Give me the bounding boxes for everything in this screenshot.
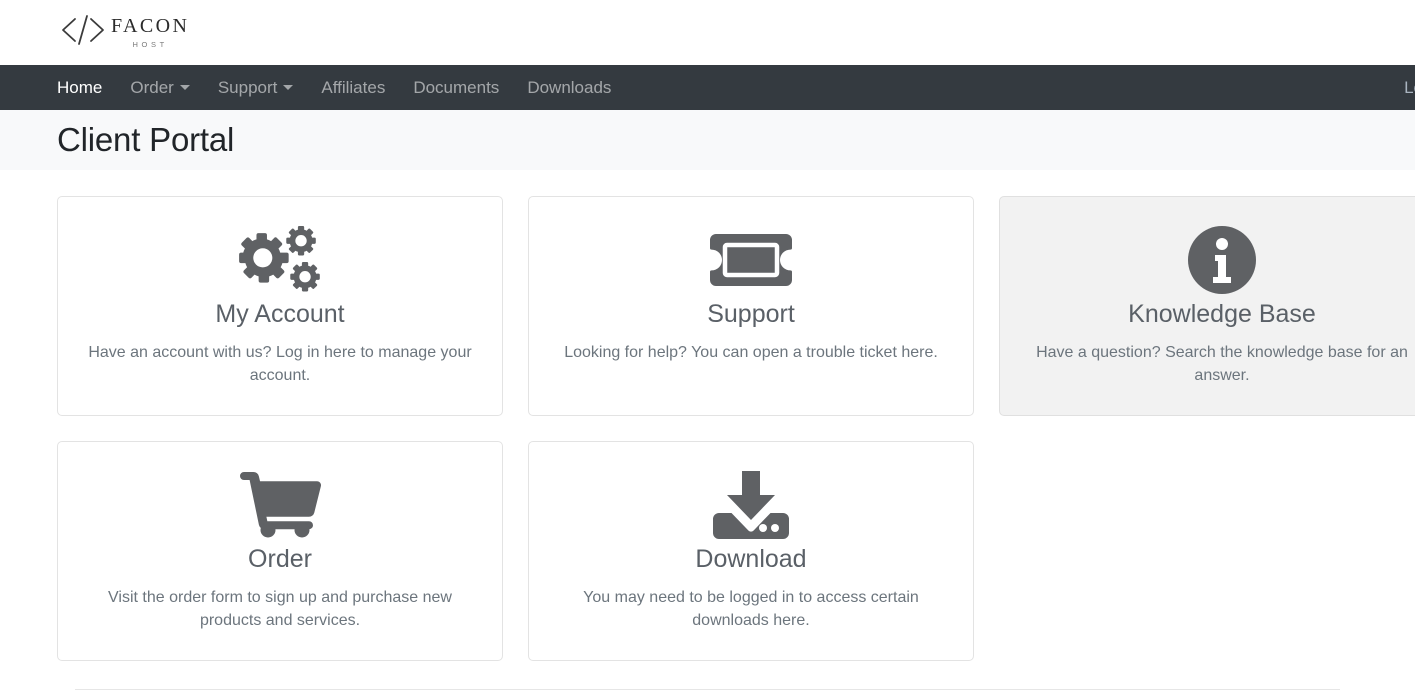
- card-description: Visit the order form to sign up and purc…: [108, 589, 452, 630]
- shopping-cart-icon: [238, 468, 322, 542]
- brand-tagline: HOST: [132, 40, 168, 50]
- nav-item-documents[interactable]: Documents: [413, 78, 515, 98]
- card-title: My Account: [215, 300, 345, 328]
- nav-link-login[interactable]: Lo: [1404, 78, 1415, 98]
- footer-divider: [75, 689, 1340, 690]
- brand-name: FACON: [111, 15, 190, 38]
- nav-item-downloads[interactable]: Downloads: [527, 78, 627, 98]
- nav-link-downloads[interactable]: Downloads: [527, 78, 611, 98]
- card-description: Have an account with us? Log in here to …: [88, 344, 472, 385]
- card-title: Order: [248, 545, 312, 573]
- card-download[interactable]: Download You may need to be logged in to…: [528, 441, 974, 661]
- logo-header: FACON HOST: [0, 0, 1415, 65]
- card-support[interactable]: Support Looking for help? You can open a…: [528, 196, 974, 416]
- nav-item-affiliates[interactable]: Affiliates: [321, 78, 401, 98]
- code-brackets-icon: [57, 13, 109, 52]
- brand-logo[interactable]: FACON HOST: [57, 13, 189, 52]
- info-circle-icon: [1187, 223, 1257, 297]
- nav-right-section: Lo: [1404, 65, 1415, 110]
- card-my-account[interactable]: My Account Have an account with us? Log …: [57, 196, 503, 416]
- card-description: You may need to be logged in to access c…: [583, 589, 919, 630]
- nav-link-affiliates[interactable]: Affiliates: [321, 78, 385, 98]
- card-title: Download: [695, 545, 807, 573]
- card-knowledge-base[interactable]: Knowledge Base Have a question? Search t…: [999, 196, 1415, 416]
- nav-item-support[interactable]: Support: [218, 78, 310, 98]
- nav-item-home[interactable]: Home: [57, 78, 118, 98]
- nav-item-order[interactable]: Order: [130, 78, 205, 98]
- page-title-band: Client Portal: [0, 110, 1415, 170]
- card-description: Have a question? Search the knowledge ba…: [1036, 344, 1408, 385]
- chevron-down-icon: [283, 85, 294, 90]
- nav-link-order[interactable]: Order: [130, 78, 173, 98]
- card-grid: My Account Have an account with us? Log …: [0, 170, 1415, 661]
- nav-list: Home Order Support Affiliates Documents …: [57, 78, 639, 98]
- nav-link-documents[interactable]: Documents: [413, 78, 499, 98]
- card-title: Support: [707, 300, 795, 328]
- gears-icon: [234, 223, 326, 297]
- download-icon: [711, 468, 791, 542]
- chevron-down-icon: [179, 85, 190, 90]
- card-order[interactable]: Order Visit the order form to sign up an…: [57, 441, 503, 661]
- card-description: Looking for help? You can open a trouble…: [564, 344, 938, 361]
- nav-link-support[interactable]: Support: [218, 78, 278, 98]
- brand-wordmark: FACON HOST: [111, 16, 189, 49]
- card-row-1: My Account Have an account with us? Log …: [57, 196, 1415, 416]
- ticket-icon: [708, 223, 794, 297]
- nav-link-home[interactable]: Home: [57, 78, 102, 98]
- card-row-2: Order Visit the order form to sign up an…: [57, 441, 1415, 661]
- card-title: Knowledge Base: [1128, 300, 1316, 328]
- page-title: Client Portal: [57, 121, 235, 158]
- main-navbar: Home Order Support Affiliates Documents …: [0, 65, 1415, 110]
